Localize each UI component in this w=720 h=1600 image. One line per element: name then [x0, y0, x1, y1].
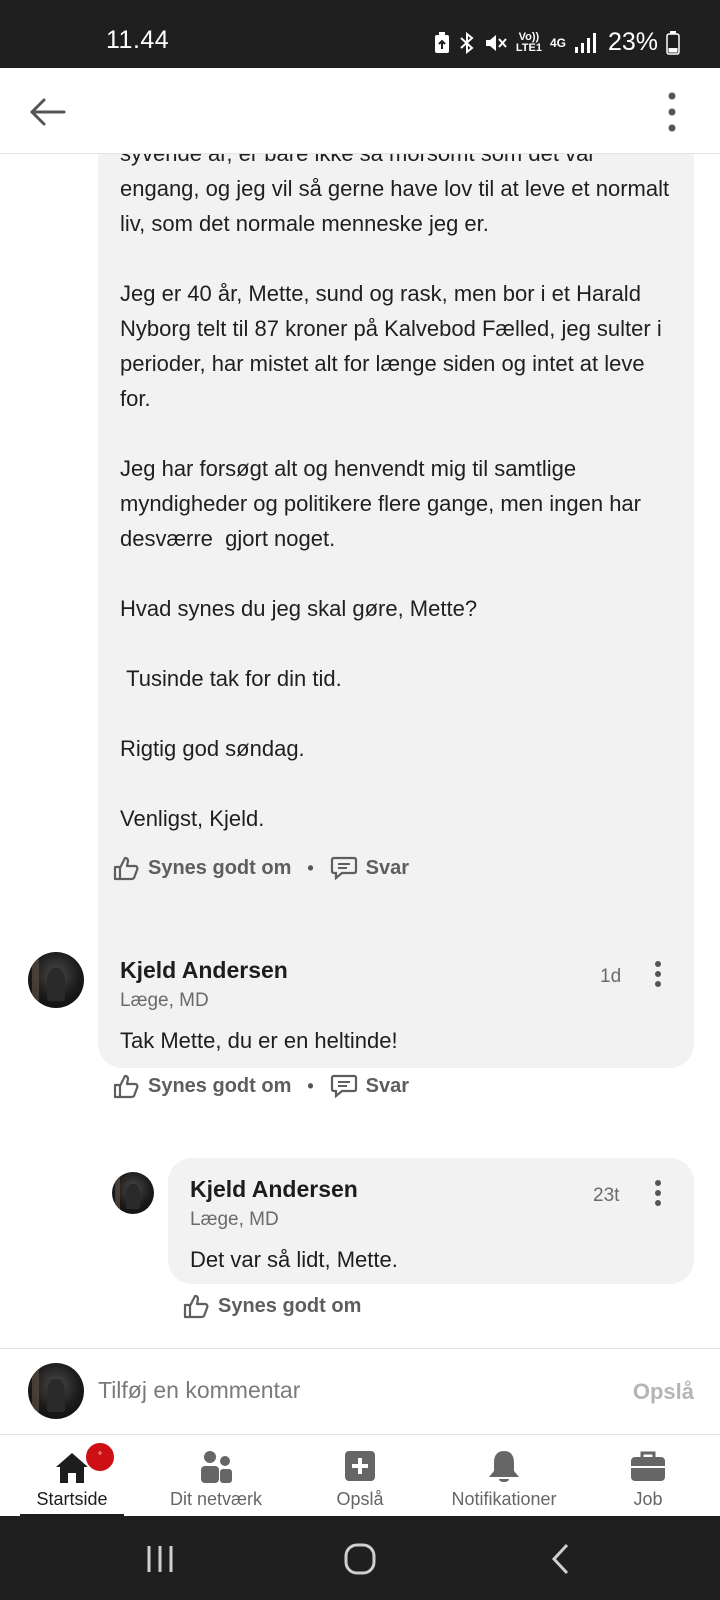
post-comment-button[interactable]: Opslå — [633, 1379, 694, 1405]
nav-label: Dit netværk — [169, 1489, 263, 1509]
reply-button[interactable]: Svar — [330, 855, 409, 881]
nav-label: Notifikationer — [451, 1489, 557, 1509]
network-gen-icon: 4G — [549, 35, 566, 50]
signal-icon — [574, 32, 596, 53]
comment-more-icon[interactable] — [653, 960, 663, 988]
status-time: 11.44 — [106, 26, 170, 54]
volte-icon: Vo)) LTE1 — [515, 30, 542, 54]
people-icon — [201, 1451, 232, 1483]
notification-badge: ° — [84, 1441, 116, 1473]
comment-icon — [330, 1074, 357, 1099]
comment-icon — [330, 856, 357, 881]
like-label: Synes godt om — [148, 856, 292, 879]
battery-icon — [666, 30, 680, 55]
nav-label: Job — [633, 1489, 663, 1509]
nav-label: Startside — [36, 1489, 108, 1509]
nav-notifications[interactable]: Notifikationer — [432, 1435, 576, 1517]
thumbs-up-icon — [113, 856, 139, 881]
post-paragraph: Jeg har forsøgt alt og henvendt mig til … — [120, 456, 648, 551]
reply-label: Svar — [365, 1074, 410, 1097]
status-icons: Vo)) LTE1 4G 23% — [434, 28, 680, 57]
like-label: Synes godt om — [148, 1074, 292, 1097]
post-paragraph: Hvad synes du jeg skal gøre, Mette? — [120, 596, 478, 621]
comment-actions: Synes godt om • Svar — [112, 1072, 409, 1100]
thumbs-up-icon — [113, 1074, 139, 1099]
comment-thread[interactable]: syvende år, er bare ikke så morsomt som … — [0, 154, 720, 1348]
bluetooth-icon — [460, 31, 474, 54]
reply-author-subtitle: Læge, MD — [190, 1209, 279, 1230]
reply-label: Svar — [365, 856, 410, 879]
avatar[interactable] — [28, 952, 84, 1008]
like-label: Synes godt om — [218, 1294, 362, 1317]
top-app-bar — [0, 68, 720, 154]
briefcase-icon — [631, 1451, 665, 1481]
reply-text: Det var så lidt, Mette. — [190, 1247, 398, 1272]
system-nav-bar — [0, 1516, 720, 1600]
thumbs-up-icon — [183, 1294, 209, 1319]
comment-author-name[interactable]: Kjeld Andersen — [120, 957, 288, 984]
action-separator: • — [307, 1075, 314, 1096]
post-paragraph: Jeg er 40 år, Mette, sund og rask, men b… — [120, 281, 668, 411]
more-options-icon[interactable] — [662, 90, 682, 134]
comment-author-subtitle: Læge, MD — [120, 990, 209, 1011]
like-button[interactable]: Synes godt om — [182, 1292, 361, 1320]
post-actions: Synes godt om • Svar — [112, 854, 409, 882]
nav-post[interactable]: Opslå — [288, 1435, 432, 1517]
bottom-nav: ° Startside Dit netværk Opslå Notifikati… — [0, 1434, 720, 1517]
battery-percent: 23% — [607, 28, 658, 56]
reply-author-name[interactable]: Kjeld Andersen — [190, 1176, 358, 1203]
nav-jobs[interactable]: Job — [576, 1435, 720, 1517]
comment-text: Tak Mette, du er en heltinde! — [120, 1028, 398, 1053]
post-paragraph: Tusinde tak for din tid. — [120, 666, 342, 691]
bell-icon — [489, 1451, 519, 1482]
post-paragraph: syvende år, er bare ikke så morsomt som … — [120, 154, 670, 236]
reply-button[interactable]: Svar — [330, 1073, 409, 1099]
like-button[interactable]: Synes godt om — [112, 1072, 291, 1100]
avatar — [28, 1363, 84, 1419]
comment-input-bar: Tilføj en kommentar Opslå — [0, 1348, 720, 1434]
system-back-icon[interactable] — [545, 1542, 579, 1576]
battery-saver-icon — [434, 31, 449, 53]
action-separator: • — [307, 857, 314, 878]
comment-input[interactable]: Tilføj en kommentar — [98, 1377, 300, 1404]
nav-home[interactable]: ° Startside — [0, 1435, 144, 1517]
nav-my-network[interactable]: Dit netværk — [144, 1435, 288, 1517]
mute-icon — [485, 34, 507, 51]
post-paragraph: Rigtig god søndag. — [120, 736, 305, 761]
plus-square-icon — [345, 1451, 375, 1481]
back-arrow-icon[interactable] — [26, 90, 70, 134]
reply-more-icon[interactable] — [653, 1179, 663, 1207]
reply-actions: Synes godt om — [182, 1292, 361, 1320]
post-paragraph: Venligst, Kjeld. — [120, 806, 265, 831]
status-bar: 11.44 Vo)) LTE1 4G 23% — [0, 0, 720, 68]
post-body: syvende år, er bare ikke så morsomt som … — [120, 154, 680, 836]
comment-timestamp: 1d — [600, 966, 622, 987]
reply-timestamp: 23t — [593, 1185, 620, 1206]
recent-apps-icon[interactable] — [143, 1542, 177, 1576]
like-button[interactable]: Synes godt om — [112, 854, 291, 882]
avatar[interactable] — [112, 1172, 154, 1214]
home-button-icon[interactable] — [343, 1542, 377, 1576]
nav-label: Opslå — [336, 1489, 384, 1509]
